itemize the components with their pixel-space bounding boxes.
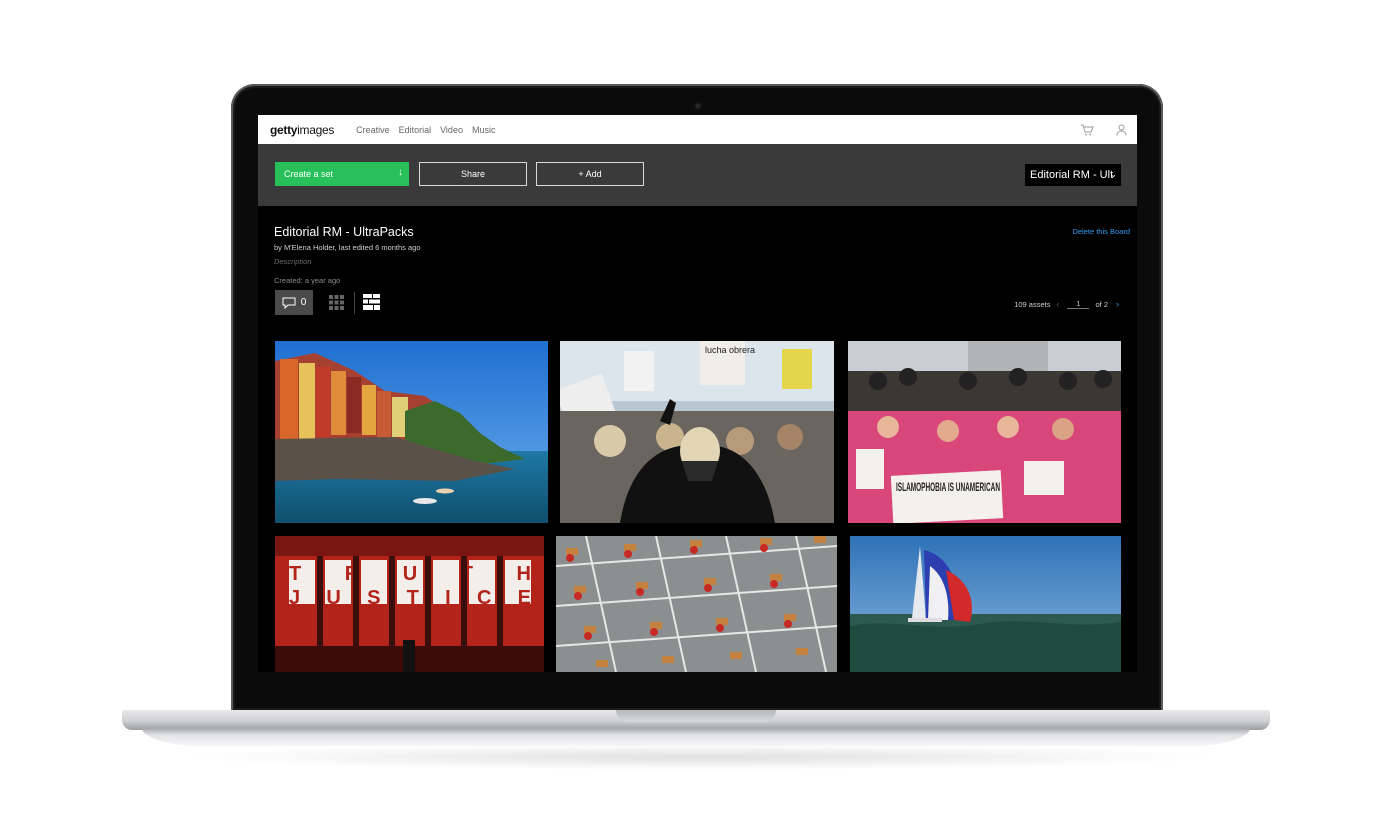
pagination: 109 assets ‹ of 2 › [1014,299,1119,309]
comments-button[interactable]: 0 [275,290,313,315]
chevron-down-icon: ⌄ [1109,169,1117,179]
board-select-value: Editorial RM - Ult [1030,169,1114,181]
top-nav: gettyimages Creative Editorial Video Mus… [258,115,1137,144]
thumbnail-sailboat[interactable] [850,536,1121,672]
board-description[interactable]: Description [274,257,312,266]
getty-logo[interactable]: gettyimages [270,123,334,137]
thumbnail-sign-text: lucha obrera [705,345,755,355]
share-button[interactable]: Share [419,162,527,186]
board-title: Editorial RM - UltraPacks [274,225,414,239]
board-byline: by M'Elena Holder, last edited 6 months … [274,243,421,252]
mosaic-view-icon[interactable] [363,294,380,315]
board-select-dropdown[interactable]: Editorial RM - Ult ⌄ [1025,164,1121,186]
thumbnail-pink-protest[interactable]: ISLAMOPHOBIA IS UNAMERICAN [848,341,1121,523]
nav-right [1080,124,1127,136]
laptop-shadow [180,744,1220,770]
user-icon[interactable] [1116,124,1127,136]
nav-links: Creative Editorial Video Music [356,125,504,135]
laptop-screen: gettyimages Creative Editorial Video Mus… [258,115,1137,672]
laptop-base-lower [142,728,1250,746]
board-created: Created: a year ago [274,276,341,285]
thumbnail-protest-sign-text: ISLAMOPHOBIA IS UNAMERICAN [896,480,1000,494]
create-set-label: Create a set [284,169,334,179]
comment-count: 0 [300,297,307,308]
page-total: of 2 [1095,299,1108,309]
comment-icon [282,297,296,309]
thumbnail-exam-desks[interactable] [556,536,837,672]
thumbnail-truth-justice[interactable]: TRUTH JUSTICE [275,536,544,672]
page-number-input[interactable] [1067,299,1090,309]
webcam [694,102,702,110]
add-button[interactable]: + Add [536,162,644,186]
delete-board-link[interactable]: Delete this Board [1072,227,1130,236]
nav-link-music[interactable]: Music [472,125,496,135]
next-page-icon[interactable]: › [1116,299,1119,309]
thumbnail-coastal-village[interactable] [275,341,548,523]
create-set-button[interactable]: Create a set ↓ [275,162,409,186]
nav-link-editorial[interactable]: Editorial [399,125,432,135]
view-separator [354,292,355,314]
grid-view-icon[interactable] [329,295,344,315]
laptop-notch [616,710,776,722]
board-toolbar: Create a set ↓ Share + Add Editorial RM … [258,144,1137,206]
cart-icon[interactable] [1080,124,1094,136]
nav-link-creative[interactable]: Creative [356,125,390,135]
prev-page-icon[interactable]: ‹ [1056,299,1059,309]
download-arrow-icon: ↓ [398,167,403,178]
nav-link-video[interactable]: Video [440,125,463,135]
asset-count: 109 assets [1014,299,1051,309]
thumbnail-masked-protest[interactable]: lucha obrera [560,341,834,523]
